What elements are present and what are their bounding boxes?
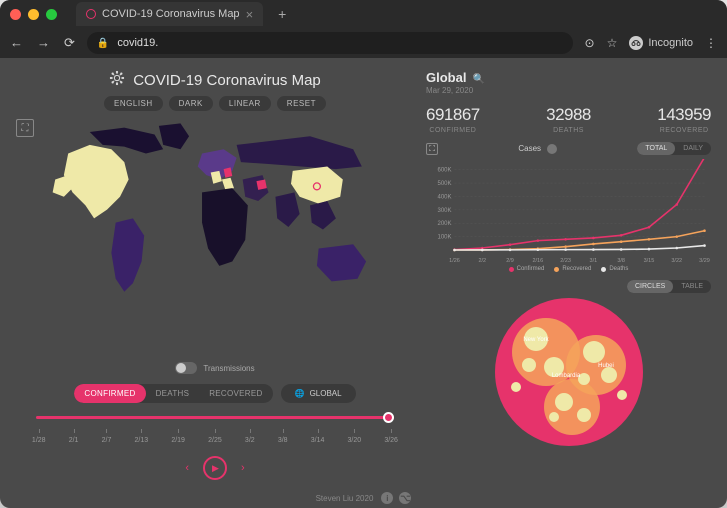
transmissions-toggle[interactable] — [175, 362, 197, 374]
incognito-icon — [629, 36, 643, 50]
toggle-table[interactable]: TABLE — [673, 280, 711, 293]
timeline-slider[interactable] — [36, 411, 394, 429]
svg-text:300K: 300K — [437, 208, 451, 214]
tab-title: COVID-19 Coronavirus Map — [102, 8, 240, 20]
url-text: covid19. — [117, 37, 158, 49]
new-tab-button[interactable]: + — [278, 6, 286, 22]
transmissions-label: Transmissions — [203, 364, 254, 373]
stat-recovered: 143959 RECOVERED — [657, 105, 711, 134]
svg-text:3/15: 3/15 — [644, 258, 655, 264]
toggle-daily[interactable]: DAILY — [675, 142, 711, 155]
cases-chart[interactable]: 600K 500K 400K 300K 200K 100K 1/26 2/2 2/9 2/16 2/… — [426, 159, 711, 264]
svg-text:2/2: 2/2 — [478, 258, 486, 264]
tab-close-icon[interactable]: × — [246, 7, 254, 22]
svg-text:2/23: 2/23 — [560, 258, 571, 264]
back-button[interactable]: ← — [10, 35, 23, 51]
forward-button[interactable]: → — [37, 35, 50, 51]
slider-thumb[interactable] — [383, 412, 394, 423]
toggle-circles[interactable]: CIRCLES — [627, 280, 673, 293]
svg-text:3/1: 3/1 — [590, 258, 598, 264]
svg-text:200K: 200K — [437, 221, 451, 227]
reload-button[interactable]: ⟳ — [64, 35, 75, 51]
browser-titlebar: COVID-19 Coronavirus Map × + — [0, 0, 727, 28]
mode-confirmed[interactable]: CONFIRMED — [74, 384, 145, 403]
region-search-icon[interactable]: 🔍 — [472, 74, 484, 85]
globe-icon: 🌐 — [295, 389, 305, 398]
legend-recovered: Recovered — [554, 266, 591, 272]
bubble-label-hubei: Hubei — [598, 363, 614, 369]
page-title: COVID-19 Coronavirus Map — [133, 72, 321, 89]
deaths-value: 32988 — [546, 105, 591, 125]
browser-toolbar: ← → ⟳ 🔒 covid19. ⊙ ☆ Incognito ⋮ — [0, 28, 727, 58]
world-map[interactable] — [16, 119, 414, 309]
next-button[interactable]: › — [241, 462, 245, 474]
svg-text:3/8: 3/8 — [617, 258, 625, 264]
confirmed-label: CONFIRMED — [426, 127, 480, 134]
prev-button[interactable]: ‹ — [185, 462, 189, 474]
confirmed-value: 691867 — [426, 105, 480, 125]
reset-button[interactable]: RESET — [277, 96, 326, 111]
app-title: COVID-19 Coronavirus Map — [16, 70, 414, 90]
svg-text:400K: 400K — [437, 194, 451, 200]
svg-text:2/16: 2/16 — [532, 258, 543, 264]
lock-icon: 🔒 — [97, 38, 109, 49]
chart-settings-icon[interactable] — [547, 144, 557, 154]
bookmark-icon[interactable]: ☆ — [607, 36, 618, 50]
chart-title: Cases — [518, 144, 541, 153]
bubble-toggle-group: CIRCLES TABLE — [627, 280, 711, 293]
global-button[interactable]: 🌐 GLOBAL — [281, 384, 356, 403]
metric-mode-group: CONFIRMED DEATHS RECOVERED — [74, 384, 272, 403]
browser-menu-icon[interactable]: ⋮ — [705, 36, 717, 50]
favicon — [86, 9, 96, 19]
recovered-label: RECOVERED — [657, 127, 711, 134]
address-bar[interactable]: 🔒 covid19. — [87, 32, 573, 54]
mode-recovered[interactable]: RECOVERED — [199, 384, 272, 403]
svg-text:2/9: 2/9 — [506, 258, 514, 264]
incognito-badge[interactable]: Incognito — [629, 36, 693, 50]
legend-deaths: Deaths — [601, 266, 628, 272]
timeline-dates: 1/282/12/72/132/192/253/23/83/143/203/26 — [32, 437, 398, 444]
footer-text: Steven Liu 2020 — [316, 494, 374, 503]
recovered-value: 143959 — [657, 105, 711, 125]
global-button-label: GLOBAL — [310, 389, 342, 398]
svg-text:600K: 600K — [437, 168, 451, 174]
svg-text:100K: 100K — [437, 235, 451, 241]
svg-text:500K: 500K — [437, 181, 451, 187]
summary-date: Mar 29, 2020 — [426, 86, 711, 95]
incognito-label: Incognito — [648, 37, 693, 49]
minimize-window-button[interactable] — [28, 9, 39, 20]
bubble-chart[interactable]: New York Lombardia Hubei — [426, 297, 711, 447]
legend-confirmed: Confirmed — [509, 266, 545, 272]
svg-text:3/22: 3/22 — [671, 258, 682, 264]
bubble-label-lombardia: Lombardia — [551, 373, 580, 379]
footer: Steven Liu 2020 i ⌥ — [0, 488, 727, 508]
scale-toggle[interactable]: LINEAR — [219, 96, 271, 111]
language-selector[interactable]: ENGLISH — [104, 96, 163, 111]
chart-toggle-group: TOTAL DAILY — [637, 142, 711, 155]
github-icon[interactable]: ⌥ — [399, 492, 411, 504]
theme-toggle[interactable]: DARK — [169, 96, 213, 111]
play-icon: ▶ — [212, 463, 219, 474]
region-title: Global — [426, 70, 466, 85]
search-icon[interactable]: ⊙ — [585, 36, 595, 50]
browser-tab[interactable]: COVID-19 Coronavirus Map × — [76, 2, 263, 26]
play-button[interactable]: ▶ — [203, 456, 227, 480]
deaths-label: DEATHS — [546, 127, 591, 134]
close-window-button[interactable] — [10, 9, 21, 20]
maximize-window-button[interactable] — [46, 9, 57, 20]
stat-deaths: 32988 DEATHS — [546, 105, 591, 134]
bubble-label-newyork: New York — [523, 337, 549, 343]
chart-expand-icon[interactable]: ⛶ — [426, 143, 438, 155]
svg-text:1/26: 1/26 — [449, 258, 460, 264]
svg-text:3/29: 3/29 — [699, 258, 710, 264]
info-icon[interactable]: i — [381, 492, 393, 504]
fullscreen-button[interactable]: ⛶ — [16, 119, 34, 137]
mode-deaths[interactable]: DEATHS — [146, 384, 200, 403]
toggle-total[interactable]: TOTAL — [637, 142, 675, 155]
stat-confirmed: 691867 CONFIRMED — [426, 105, 480, 134]
virus-icon — [109, 70, 125, 90]
